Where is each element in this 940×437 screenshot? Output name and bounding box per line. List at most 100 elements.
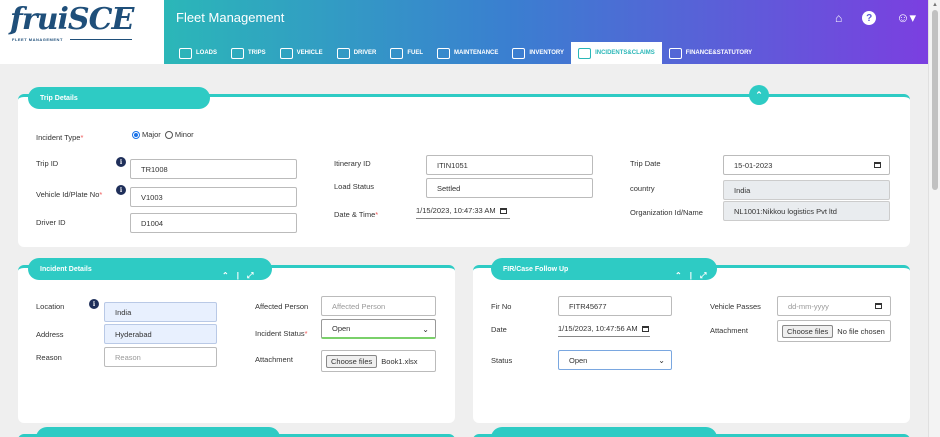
file-name: Book1.xlsx — [381, 356, 418, 366]
nav-trips[interactable]: TRIPS — [224, 42, 273, 64]
trip-details-card: Trip Details ⌃ Incident Type* Major Mino… — [18, 85, 910, 247]
radio-major[interactable] — [132, 131, 140, 140]
location-info-icon[interactable]: i — [89, 299, 99, 309]
fir-card-controls: ⌃ | ⤢ — [675, 271, 706, 281]
nav-incidents-claims[interactable]: INCIDENTS&CLAIMS — [571, 42, 662, 64]
user-menu-icon[interactable]: ☺▾ — [896, 10, 916, 26]
nav-fuel[interactable]: FUEL — [383, 42, 430, 64]
calendar-icon[interactable] — [874, 162, 881, 168]
incident-status-select[interactable]: Open ⌄ — [321, 319, 436, 339]
location-label: Location — [36, 302, 65, 311]
incident-attachment-input[interactable]: Choose files Book1.xlsx — [321, 350, 436, 372]
nav-loads[interactable]: LOADS — [172, 42, 224, 64]
chevron-down-icon: ⌄ — [422, 325, 429, 334]
incident-status-value: Open — [332, 324, 351, 333]
next-card-right-tab — [491, 427, 717, 437]
fir-no-label: Fir No — [491, 302, 512, 311]
choose-files-button[interactable]: Choose files — [782, 324, 834, 338]
expand-icon[interactable]: ⤢ — [247, 271, 253, 281]
header-actions: ⌂ ? ☺▾ — [835, 10, 916, 26]
datetime-label: Date & Time* — [334, 210, 379, 219]
nav-label: INVENTORY — [529, 50, 565, 56]
trips-icon — [231, 47, 244, 59]
main-nav: LOADS TRIPS VEHICLE DRIVER FUEL MAINTENA… — [164, 40, 928, 64]
brand-logo[interactable]: fruiSCE FLEET MANAGEMENT — [0, 0, 164, 64]
nav-label: LOADS — [196, 50, 217, 56]
trip-date-field[interactable]: 15-01-2023 — [723, 155, 890, 175]
vehicle-passes-label: Vehicle Passes — [710, 302, 761, 311]
choose-files-button[interactable]: Choose files — [326, 354, 378, 368]
trip-details-title: Trip Details — [28, 87, 210, 109]
fir-status-value: Open — [569, 355, 588, 365]
fir-status-select[interactable]: Open ⌄ — [558, 350, 672, 370]
collapse-up-icon[interactable]: ⌃ — [749, 85, 769, 105]
incident-type-radios: Major Minor — [132, 130, 194, 140]
minor-label: Minor — [174, 130, 194, 139]
brand-name: fruiSCE — [10, 2, 134, 37]
reason-input[interactable]: Reason — [104, 347, 217, 367]
app-header: Fleet Management ⌂ ? ☺▾ — [164, 0, 928, 40]
nav-vehicle[interactable]: VEHICLE — [273, 42, 330, 64]
calendar-icon[interactable] — [641, 325, 649, 332]
org-label: Organization Id/Name — [630, 208, 703, 217]
next-card-left-tab — [36, 427, 280, 437]
fir-no-field[interactable]: FITR45677 — [558, 296, 672, 316]
nav-label: DRIVER — [353, 50, 377, 56]
scroll-up-icon[interactable]: ▲ — [932, 2, 938, 8]
nav-inventory[interactable]: INVENTORY — [505, 42, 571, 64]
page-scrollbar[interactable]: ▲ — [928, 0, 940, 437]
fir-date-field[interactable]: 1/15/2023, 10:47:56 AM — [558, 321, 650, 337]
nav-label: MAINTENANCE — [454, 50, 499, 56]
affected-person-label: Affected Person — [255, 302, 309, 311]
trip-id-label: Trip ID — [36, 159, 59, 168]
country-field: India — [723, 180, 890, 200]
nav-driver[interactable]: DRIVER — [330, 42, 384, 64]
address-field[interactable]: Hyderabad — [104, 324, 217, 344]
app-title: Fleet Management — [176, 10, 285, 25]
scroll-thumb[interactable] — [932, 10, 938, 190]
trip-id-info-icon[interactable]: i — [116, 157, 126, 167]
help-icon[interactable]: ? — [862, 11, 877, 25]
fir-status-label: Status — [491, 356, 513, 365]
affected-person-input[interactable]: Affected Person — [321, 296, 436, 316]
fir-date-value: 1/15/2023, 10:47:56 AM — [558, 324, 638, 333]
datetime-field[interactable]: 1/15/2023, 10:47:33 AM — [416, 203, 510, 219]
fuel-icon — [390, 47, 404, 59]
vehicle-info-icon[interactable]: i — [116, 185, 126, 195]
vehicle-passes-date[interactable]: dd-mm-yyyy — [777, 296, 891, 316]
fir-attachment-input[interactable]: Choose files No file chosen — [777, 320, 891, 342]
trip-date-label: Trip Date — [630, 159, 661, 168]
nav-label: FUEL — [407, 50, 424, 56]
divider: | — [689, 271, 692, 280]
trip-id-field[interactable]: TR1008 — [130, 159, 297, 179]
nav-label: FINANCE&STATUTORY — [685, 50, 753, 56]
calendar-icon[interactable] — [499, 207, 507, 214]
vehicle-field[interactable]: V1003 — [130, 187, 297, 207]
collapse-icon[interactable]: ⌃ — [675, 271, 682, 281]
calendar-icon[interactable] — [875, 303, 882, 309]
top-bar: fruiSCE FLEET MANAGEMENT Fleet Managemen… — [0, 0, 928, 64]
home-icon[interactable]: ⌂ — [835, 11, 842, 25]
incident-status-label: Incident Status* — [255, 329, 308, 338]
radio-minor[interactable] — [164, 131, 173, 140]
maintenance-icon — [437, 47, 451, 59]
datetime-value: 1/15/2023, 10:47:33 AM — [416, 206, 496, 215]
itinerary-field[interactable]: ITIN1051 — [426, 155, 593, 175]
major-label: Major — [142, 130, 161, 139]
brand-underline — [70, 39, 132, 40]
expand-icon[interactable]: ⤢ — [700, 271, 706, 281]
load-status-field[interactable]: Settled — [426, 178, 593, 198]
incident-details-card: Incident Details ⌃ | ⤢ Location i India … — [18, 258, 455, 423]
location-field[interactable]: India — [104, 302, 217, 322]
nav-maintenance[interactable]: MAINTENANCE — [430, 42, 505, 64]
collapse-icon[interactable]: ⌃ — [222, 271, 229, 281]
driver-field[interactable]: D1004 — [130, 213, 297, 233]
no-file-text: No file chosen — [837, 326, 885, 336]
fir-card: FIR/Case Follow Up ⌃ | ⤢ Fir No FITR4567… — [473, 258, 910, 423]
nav-label: TRIPS — [248, 50, 266, 56]
incident-attachment-label: Attachment — [255, 355, 293, 364]
inventory-icon — [512, 47, 526, 59]
driver-label: Driver ID — [36, 218, 66, 227]
trip-date-value: 15-01-2023 — [734, 160, 773, 170]
nav-finance-statutory[interactable]: FINANCE&STATUTORY — [662, 42, 759, 64]
